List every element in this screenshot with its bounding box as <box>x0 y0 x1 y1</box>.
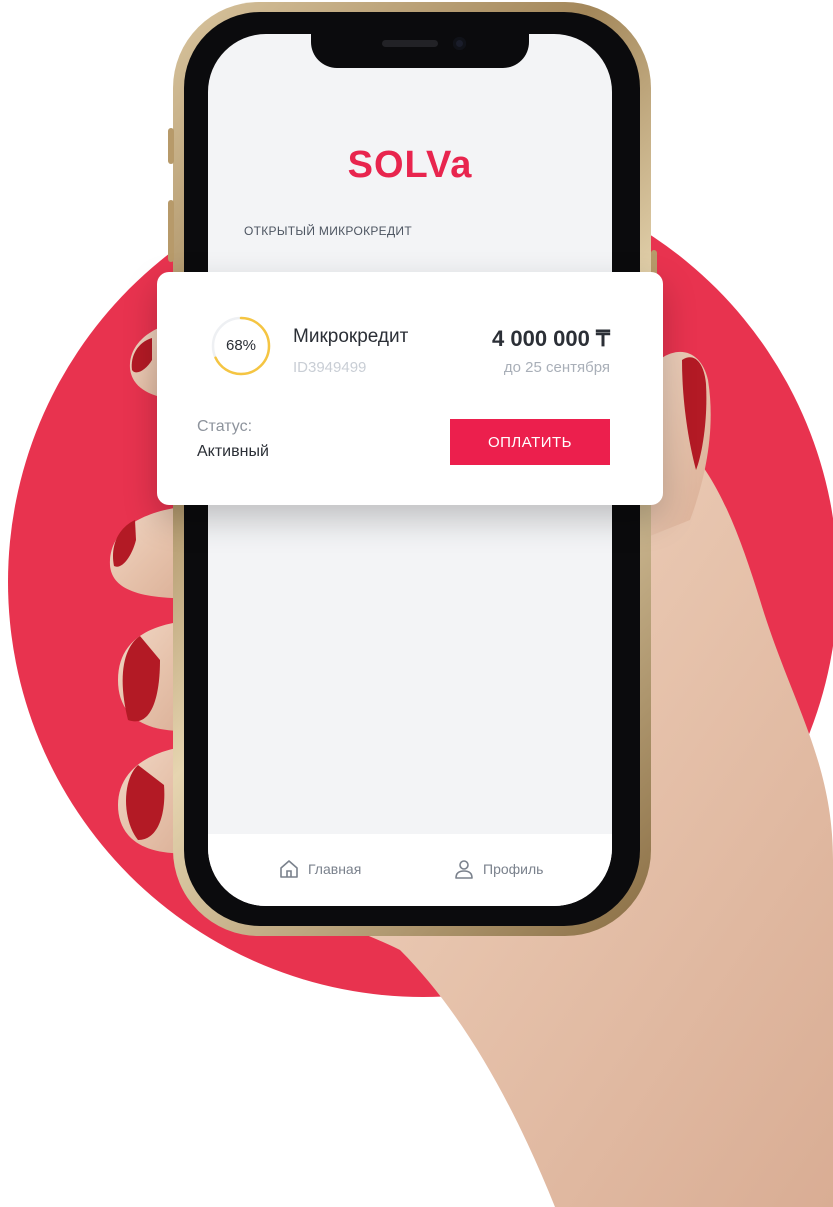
camera-icon <box>453 37 466 50</box>
section-title: ОТКРЫТЫЙ МИКРОКРЕДИТ <box>244 224 412 238</box>
repayment-progress: 68% <box>210 315 272 377</box>
pay-button[interactable]: ОПЛАТИТЬ <box>450 419 610 465</box>
brand-logo: SOLVa <box>347 144 473 186</box>
speaker-grille <box>382 40 438 47</box>
status-label: Статус: <box>197 418 253 435</box>
loan-due-date: до 25 сентября <box>503 359 610 376</box>
loan-card[interactable]: 68% Микрокредит ID3949499 4 000 000 ₸ до… <box>157 272 663 505</box>
bottom-tab-bar: Главная Профиль <box>208 834 612 906</box>
scene: SOLVa ОТКРЫТЫЙ МИКРОКРЕДИТ Главная Профи… <box>0 0 833 1207</box>
status-value: Активный <box>197 443 269 460</box>
loan-amount: 4 000 000 ₸ <box>492 326 610 351</box>
tab-home[interactable]: Главная <box>278 858 361 880</box>
user-icon <box>455 860 473 879</box>
tab-profile[interactable]: Профиль <box>453 858 543 880</box>
loan-product-name: Микрокредит <box>293 326 409 347</box>
tab-profile-label: Профиль <box>483 861 544 877</box>
home-icon <box>280 860 298 878</box>
phone-notch <box>311 28 529 68</box>
volume-button <box>168 200 174 262</box>
loan-id: ID3949499 <box>293 359 367 376</box>
progress-percent: 68% <box>225 337 257 354</box>
volume-button <box>168 128 174 164</box>
tab-home-label: Главная <box>308 861 362 877</box>
